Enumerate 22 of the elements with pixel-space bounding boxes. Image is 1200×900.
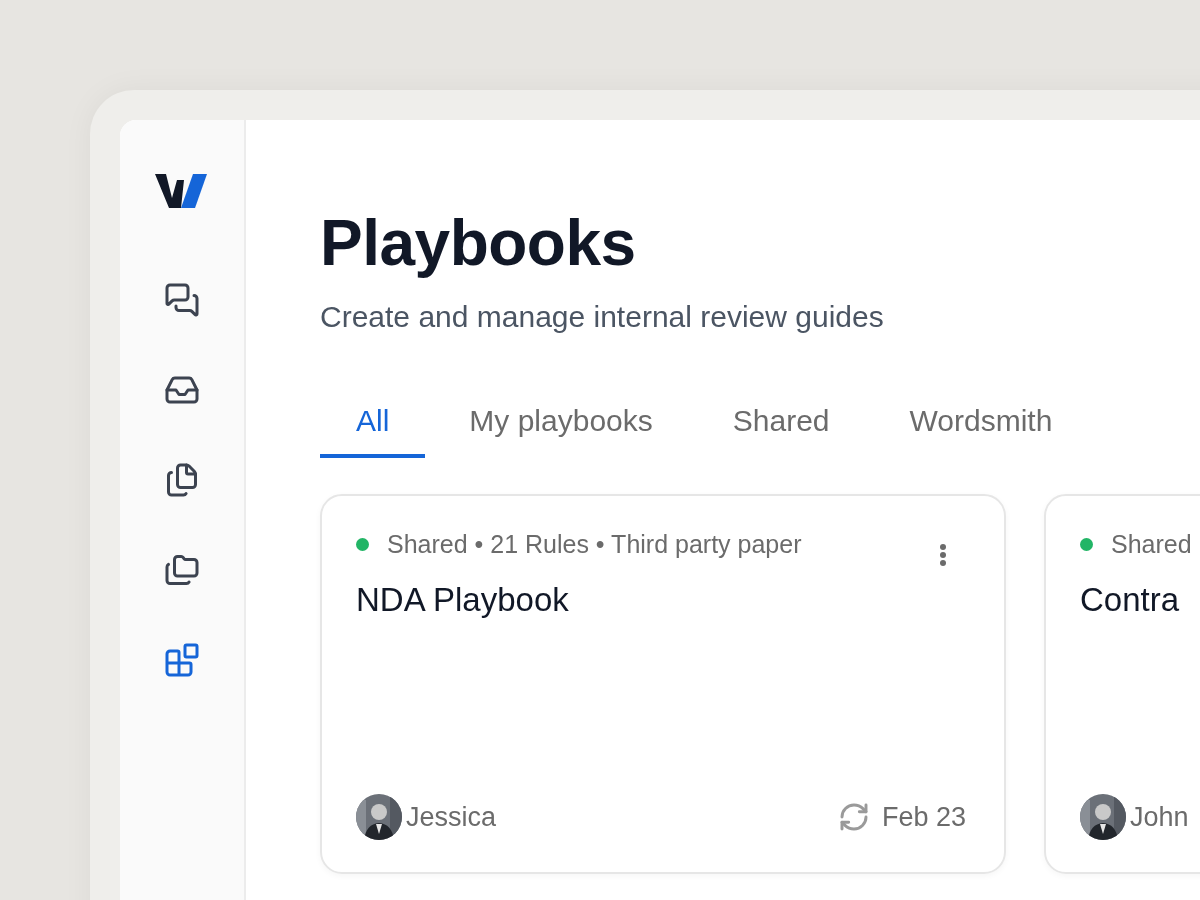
- tab[interactable]: My playbooks: [433, 394, 689, 459]
- documents-icon: [164, 462, 200, 498]
- card-title: Contra: [1080, 581, 1181, 620]
- page-title: Playbooks: [320, 208, 637, 279]
- playbook-card[interactable]: Shared Contra John: [1044, 494, 1200, 875]
- playbook-card[interactable]: Shared • 21 Rules • Third party paper NDA Playbook Jessica Feb 23: [320, 494, 1006, 875]
- owner-name: Jessica: [406, 801, 497, 833]
- blocks-icon: [164, 642, 200, 678]
- owner-name: John: [1130, 801, 1189, 833]
- folders-icon: [164, 552, 200, 588]
- card-meta: Shared • 21 Rules • Third party paper: [387, 530, 802, 560]
- vertical-dots-icon: [940, 544, 946, 567]
- tab[interactable]: Wordsmith: [873, 394, 1089, 459]
- card-title: NDA Playbook: [356, 581, 570, 620]
- logo-icon: [155, 172, 207, 210]
- more-options-button[interactable]: [940, 544, 946, 567]
- tab[interactable]: Shared: [696, 394, 866, 459]
- card-meta: Shared: [1111, 530, 1192, 560]
- tab[interactable]: All: [320, 394, 426, 459]
- updated-date: Feb 23: [881, 801, 966, 833]
- chat-bubbles-icon: [164, 282, 200, 318]
- page-subtitle: Create and manage internal review guides: [320, 300, 885, 335]
